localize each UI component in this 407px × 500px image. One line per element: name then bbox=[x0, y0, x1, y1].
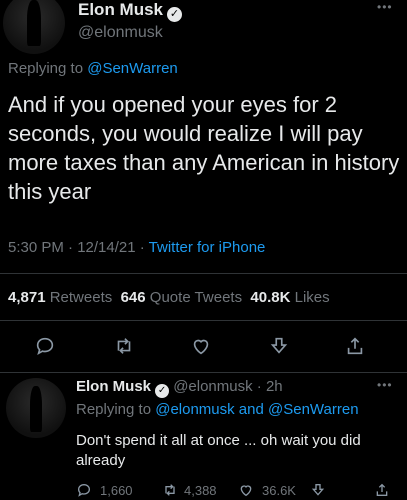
reply-action-bar: 1,660 4,388 36.6K bbox=[76, 480, 401, 500]
retweets-stat[interactable]: 4,871 Retweets bbox=[8, 289, 112, 306]
share-icon[interactable] bbox=[344, 335, 366, 357]
reply-author-row: Elon Musk ✓ @elonmusk · 2h bbox=[76, 377, 283, 398]
reply-more-dots-icon[interactable]: ••• bbox=[377, 378, 393, 392]
verified-badge-icon: ✓ bbox=[167, 7, 183, 22]
avatar-figure bbox=[30, 386, 42, 432]
replying-prefix: Replying to bbox=[8, 60, 84, 77]
likes-label: Likes bbox=[294, 289, 330, 306]
quotes-count: 646 bbox=[120, 289, 146, 306]
reply-icon[interactable] bbox=[34, 335, 56, 357]
reply-reply-icon[interactable] bbox=[76, 482, 92, 498]
reply-count: 1,660 bbox=[100, 483, 133, 498]
main-avatar[interactable] bbox=[3, 0, 65, 54]
divider-action-bar bbox=[0, 372, 407, 373]
author-name[interactable]: Elon Musk bbox=[78, 0, 163, 19]
bookmark-icon[interactable] bbox=[268, 335, 290, 357]
tweet-source[interactable]: Twitter for iPhone bbox=[149, 239, 266, 256]
reply-tweet-text: Don't spend it all at once ... oh wait y… bbox=[76, 432, 361, 469]
more-dots-icon[interactable]: ••• bbox=[377, 0, 393, 14]
avatar-figure bbox=[27, 0, 41, 46]
retweet-icon[interactable] bbox=[113, 335, 135, 357]
tweet-time[interactable]: 5:30 PM · 12/14/21 · bbox=[8, 239, 145, 256]
main-author: Elon Musk ✓ bbox=[78, 0, 183, 22]
timestamp-row: 5:30 PM · 12/14/21 · Twitter for iPhone bbox=[8, 238, 265, 258]
retweets-label: Retweets bbox=[49, 289, 113, 306]
reply-like-icon[interactable] bbox=[238, 482, 254, 498]
reply-avatar[interactable] bbox=[6, 378, 66, 438]
like-icon[interactable] bbox=[190, 335, 212, 357]
reply-retweet-icon[interactable] bbox=[162, 482, 178, 498]
divider-top-stats bbox=[0, 273, 407, 274]
reply-bookmark-icon[interactable] bbox=[310, 482, 326, 498]
reply-replying-to: Replying to @elonmusk and @SenWarren bbox=[76, 400, 359, 420]
reply-replying-to-link[interactable]: @elonmusk and @SenWarren bbox=[155, 401, 358, 418]
reply-retweet-count: 4,388 bbox=[184, 483, 217, 498]
author-handle[interactable]: @elonmusk bbox=[78, 23, 163, 43]
likes-stat[interactable]: 40.8K Likes bbox=[250, 289, 329, 306]
quotes-label: Quote Tweets bbox=[149, 289, 243, 306]
retweets-count: 4,871 bbox=[8, 289, 46, 306]
main-tweet-text: And if you opened your eyes for 2 second… bbox=[8, 92, 400, 204]
verified-badge-icon: ✓ bbox=[155, 384, 170, 398]
likes-count: 40.8K bbox=[250, 289, 291, 306]
engagement-stats: 4,871 Retweets 646 Quote Tweets 40.8K Li… bbox=[8, 288, 330, 308]
reply-share-icon[interactable] bbox=[374, 482, 390, 498]
reply-author-handle[interactable]: @elonmusk · 2h bbox=[173, 378, 282, 395]
reply-author-name[interactable]: Elon Musk bbox=[76, 378, 151, 395]
reply-like-count: 36.6K bbox=[262, 483, 296, 498]
quotes-stat[interactable]: 646 Quote Tweets bbox=[121, 289, 242, 306]
divider-bottom-stats bbox=[0, 320, 407, 321]
replying-to: Replying to @SenWarren bbox=[8, 60, 178, 78]
replying-to-link[interactable]: @SenWarren bbox=[87, 60, 178, 77]
reply-replying-prefix: Replying to bbox=[76, 401, 152, 418]
